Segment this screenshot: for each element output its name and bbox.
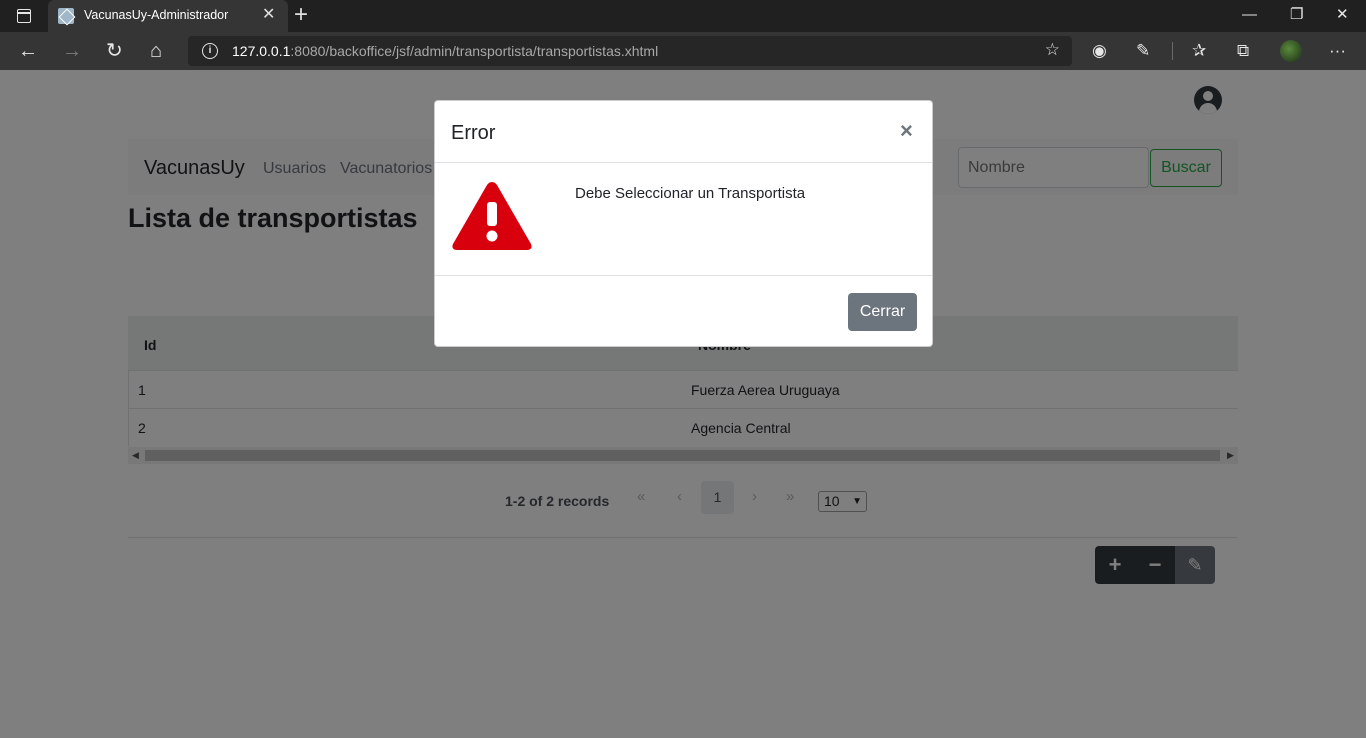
profile-avatar[interactable]: [1280, 40, 1302, 62]
forward-icon[interactable]: →: [62, 40, 82, 62]
tab-title: VacunasUy-Administrador: [84, 8, 229, 22]
back-icon[interactable]: ←: [18, 40, 38, 62]
favicon-icon: [58, 8, 74, 24]
site-info-icon[interactable]: i: [202, 43, 218, 59]
modal-title: Error: [451, 122, 496, 144]
warning-icon: [452, 182, 532, 250]
browser-tab[interactable]: VacunasUy-Administrador ✕: [48, 0, 288, 32]
address-bar[interactable]: i 127.0.0.1:8080/backoffice/jsf/admin/tr…: [188, 36, 1072, 66]
add-favorite-icon[interactable]: ☆: [1045, 40, 1060, 60]
browser-tab-bar: VacunasUy-Administrador ✕ + — ❐ ✕: [0, 0, 1366, 32]
browser-toolbar: ← → ↻ ⌂ i 127.0.0.1:8080/backoffice/jsf/…: [0, 32, 1366, 70]
refresh-icon[interactable]: ↻: [106, 40, 123, 62]
toolbar-separator: [1172, 42, 1173, 60]
modal-footer: Cerrar: [435, 276, 932, 348]
extension-icon[interactable]: ◉: [1092, 41, 1107, 61]
collections-icon[interactable]: ⧉: [1237, 41, 1249, 61]
home-icon[interactable]: ⌂: [150, 40, 162, 62]
url-text: 127.0.0.1:8080/backoffice/jsf/admin/tran…: [232, 43, 659, 59]
error-modal: Error × Debe Seleccionar un Transportist…: [434, 100, 933, 347]
tab-close-icon[interactable]: ✕: [262, 6, 275, 24]
close-window-icon[interactable]: ✕: [1336, 6, 1349, 24]
modal-header: Error ×: [435, 101, 932, 163]
more-menu-icon[interactable]: ···: [1329, 41, 1346, 61]
tab-actions-icon[interactable]: [17, 9, 31, 23]
minimize-icon[interactable]: —: [1242, 6, 1257, 24]
modal-message: Debe Seleccionar un Transportista: [575, 185, 806, 202]
extension-color-icon[interactable]: ✎: [1136, 41, 1150, 61]
close-icon[interactable]: ×: [900, 119, 913, 143]
restore-icon[interactable]: ❐: [1290, 6, 1303, 24]
favorites-icon[interactable]: ✰: [1192, 41, 1206, 61]
new-tab-icon[interactable]: +: [294, 2, 308, 28]
cerrar-button[interactable]: Cerrar: [848, 293, 917, 331]
modal-body: Debe Seleccionar un Transportista: [435, 163, 932, 276]
